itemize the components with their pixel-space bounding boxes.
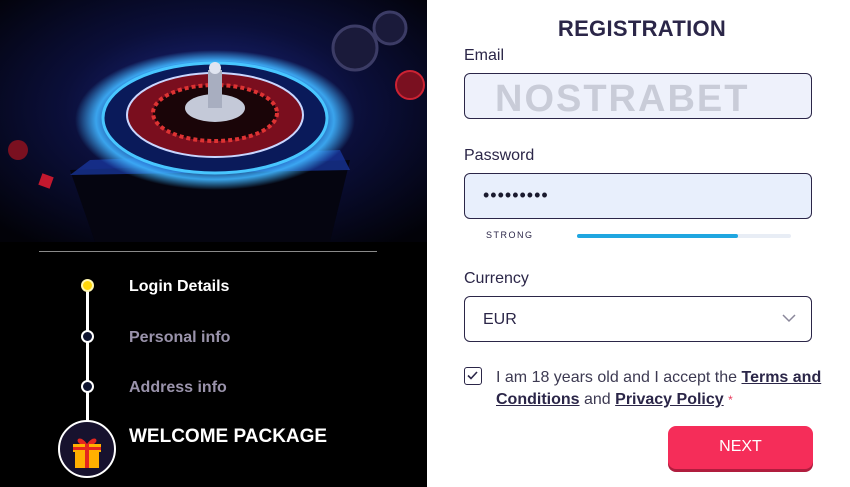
password-strength-label: STRONG — [486, 230, 534, 240]
left-panel: Login Details Personal info Address info… — [0, 0, 427, 487]
checkmark-icon — [467, 371, 478, 380]
step-indicator — [81, 380, 94, 393]
password-field[interactable]: ••••••••• — [464, 173, 812, 219]
step-indicator — [81, 330, 94, 343]
step-personal-info: Personal info — [129, 329, 231, 346]
currency-select[interactable]: EUR — [464, 296, 812, 342]
gift-icon — [58, 420, 116, 478]
email-label: Email — [464, 47, 505, 64]
password-value: ••••••••• — [483, 185, 549, 205]
welcome-package-label: WELCOME PACKAGE — [129, 426, 328, 447]
age-terms-checkbox[interactable] — [464, 367, 482, 385]
email-field[interactable]: NOSTRABET — [464, 73, 812, 120]
privacy-policy-link[interactable]: Privacy Policy — [615, 391, 724, 408]
step-address-info: Address info — [129, 379, 227, 396]
password-strength-fill — [577, 234, 738, 238]
registration-form: REGISTRATION Email NOSTRABET Password ••… — [427, 0, 850, 487]
required-marker: * — [728, 393, 733, 407]
currency-value: EUR — [483, 311, 517, 328]
terms-prefix: I am 18 years old and I accept the — [496, 369, 742, 386]
step-connector-line — [86, 286, 89, 436]
step-login-details: Login Details — [129, 278, 230, 295]
next-button[interactable]: NEXT — [668, 426, 813, 469]
password-strength-bar — [577, 234, 791, 238]
step-indicator-active — [81, 279, 94, 292]
divider — [39, 251, 377, 252]
terms-text: I am 18 years old and I accept the Terms… — [496, 367, 826, 411]
currency-label: Currency — [464, 270, 529, 287]
terms-and: and — [579, 391, 616, 408]
nostrabet-watermark-logo: NOSTRABET — [495, 78, 750, 120]
roulette-hero-image — [0, 0, 427, 242]
password-label: Password — [464, 147, 535, 164]
chevron-down-icon — [782, 314, 796, 323]
page-title: REGISTRATION — [557, 16, 727, 41]
